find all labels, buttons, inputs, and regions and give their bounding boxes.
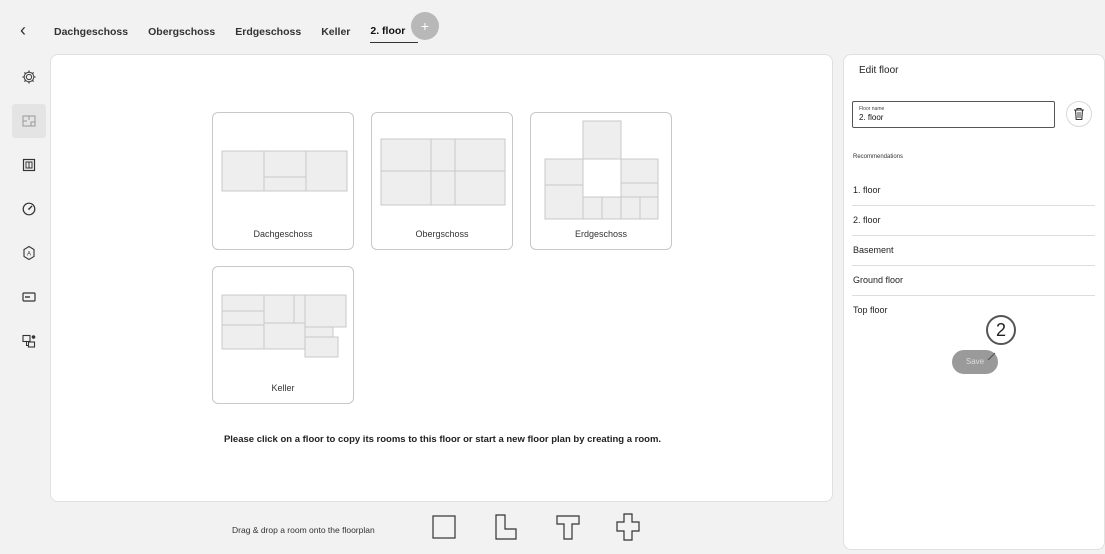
floor-card-dachgeschoss[interactable]: Dachgeschoss	[212, 112, 354, 250]
copy-floor-hint: Please click on a floor to copy its room…	[223, 434, 662, 445]
floor-card-label: Erdgeschoss	[574, 229, 628, 239]
svg-text:A: A	[27, 252, 31, 258]
floor-card-label: Obergschoss	[415, 229, 469, 239]
tab-dachgeschoss[interactable]: Dachgeschoss	[54, 25, 128, 39]
floorplan-icon	[22, 115, 36, 127]
trash-icon	[1074, 107, 1084, 121]
edit-floor-title: Edit floor	[859, 65, 899, 76]
recommendation-item[interactable]: Top floor	[852, 296, 1095, 326]
edit-floor-panel: Edit floor Floor name Recommendations 1.…	[843, 54, 1105, 550]
recommendation-item[interactable]: 2. floor	[852, 206, 1095, 236]
sidebar-item-settings[interactable]	[12, 60, 46, 94]
floor-tabs: Dachgeschoss Obergschoss Erdgeschoss Kel…	[54, 20, 438, 43]
recommendations-list: 1. floor 2. floor Basement Ground floor …	[852, 176, 1095, 326]
t-room-icon[interactable]	[554, 511, 582, 543]
sidebar-item-card[interactable]	[12, 280, 46, 314]
tab-2-floor-label: 2. floor	[370, 25, 406, 37]
floor-card-obergschoss[interactable]: Obergschoss	[371, 112, 513, 250]
devices-icon	[22, 334, 36, 348]
tab-erdgeschoss[interactable]: Erdgeschoss	[235, 25, 301, 39]
recommendation-item[interactable]: Ground floor	[852, 266, 1095, 296]
gauge-icon	[22, 202, 36, 216]
sidebar-item-floorplan[interactable]	[12, 104, 46, 138]
card-icon	[22, 292, 36, 302]
sidebar-item-gauge[interactable]	[12, 192, 46, 226]
sidebar-item-window[interactable]	[12, 148, 46, 182]
floor-card-label: Keller	[271, 383, 295, 393]
floor-card-keller[interactable]: Keller	[212, 266, 354, 404]
top-bar: ‹ Dachgeschoss Obergschoss Erdgeschoss K…	[0, 0, 1105, 48]
tab-keller[interactable]: Keller	[321, 25, 350, 39]
square-room-icon[interactable]	[430, 511, 458, 543]
floor-selection-panel: Dachgeschoss Obergschoss Erdgeschoss Kel…	[50, 54, 833, 502]
tab-obergschoss[interactable]: Obergschoss	[148, 25, 215, 39]
l-room-icon[interactable]	[492, 511, 520, 543]
floor-name-input[interactable]	[859, 113, 1039, 122]
sidebar-item-alarm[interactable]: A	[12, 236, 46, 270]
gear-icon	[22, 70, 36, 84]
sidebar: A	[12, 60, 46, 368]
shield-icon: A	[23, 245, 35, 261]
drag-drop-hint: Drag & drop a room onto the floorplan	[232, 525, 375, 535]
floor-card-label: Dachgeschoss	[253, 229, 313, 239]
room-shape-toolbar: Drag & drop a room onto the floorplan	[50, 508, 833, 554]
pointer-cursor-icon	[987, 352, 996, 361]
sidebar-item-devices[interactable]	[12, 324, 46, 358]
window-icon	[22, 158, 36, 172]
delete-floor-button[interactable]	[1066, 101, 1092, 127]
floor-name-field[interactable]: Floor name	[852, 101, 1055, 128]
step-marker-badge: 2	[986, 315, 1016, 345]
chevron-left-icon[interactable]: ‹	[20, 20, 36, 40]
recommendation-item[interactable]: 1. floor	[852, 176, 1095, 206]
add-floor-button[interactable]: +	[411, 12, 439, 40]
floor-name-label: Floor name	[859, 106, 885, 112]
recommendations-title: Recommendations	[853, 154, 904, 160]
cross-room-icon[interactable]	[614, 511, 642, 543]
recommendation-item[interactable]: Basement	[852, 236, 1095, 266]
floor-card-erdgeschoss[interactable]: Erdgeschoss	[530, 112, 672, 250]
